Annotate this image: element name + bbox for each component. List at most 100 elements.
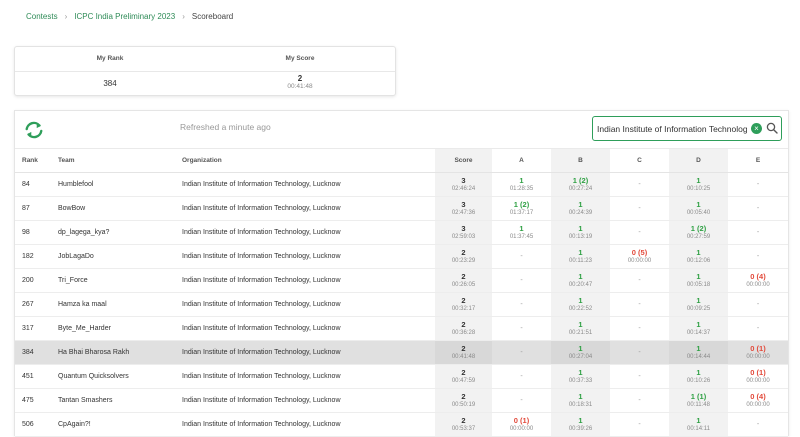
problem-result: - <box>520 373 523 380</box>
problem-time: 00:10:25 <box>686 186 711 192</box>
table-row[interactable]: 384 Ha Bhai Bharosa Rakh Indian Institute … <box>15 340 788 365</box>
problem-time: 01:28:35 <box>509 186 534 192</box>
column-header-problem-e[interactable]: E <box>728 149 788 173</box>
problem-result: - <box>756 229 760 236</box>
problem-d-cell: 1 00:10:25 <box>669 172 728 197</box>
problem-e-cell: 0 (1) 00:00:00 <box>728 364 788 389</box>
problem-result: 1 <box>578 200 583 209</box>
column-header-problem-c[interactable]: C <box>610 149 669 173</box>
team-name[interactable]: CpAgain?! <box>57 412 181 437</box>
problem-result: - <box>638 349 641 356</box>
problem-time: 00:00:00 <box>746 402 770 408</box>
problem-d-cell: 1 (2) 00:27:59 <box>669 220 728 245</box>
problem-c-cell: - <box>610 364 669 389</box>
penalty-time: 00:41:48 <box>451 354 476 360</box>
table-row[interactable]: 317 Byte_Me_Harder Indian Institute of Inf… <box>15 316 788 341</box>
problem-c-cell: - <box>610 316 669 341</box>
my-score-cell: 2 00:41:48 <box>205 72 395 96</box>
score-cell: 2 00:32:17 <box>435 292 492 317</box>
score-cell: 2 00:26:05 <box>435 268 492 293</box>
breadcrumb-contest[interactable]: ICPC India Preliminary 2023 <box>74 12 175 21</box>
score-value: 2 <box>461 344 466 353</box>
column-header-score[interactable]: Score <box>435 149 492 173</box>
team-name[interactable]: Ha Bhai Bharosa Rakh <box>57 340 181 365</box>
problem-time: 00:13:19 <box>568 234 593 240</box>
table-row[interactable]: 87 BowBow Indian Institute of Information … <box>15 196 788 221</box>
table-row[interactable]: 267 Hamza ka maal Indian Institute of Info… <box>15 292 788 317</box>
search-icon[interactable] <box>766 122 778 134</box>
problem-result: - <box>520 349 523 356</box>
problem-e-cell: 0 (4) 00:00:00 <box>728 268 788 293</box>
team-name[interactable]: Hamza ka maal <box>57 292 181 317</box>
breadcrumb: Contests › ICPC India Preliminary 2023 ›… <box>26 12 233 21</box>
search-input[interactable] <box>597 117 747 140</box>
column-header-problem-a[interactable]: A <box>492 149 551 173</box>
penalty-time: 02:59:03 <box>451 234 476 240</box>
problem-c-cell: - <box>610 220 669 245</box>
problem-result: 1 <box>578 392 583 401</box>
problem-result: - <box>638 301 641 308</box>
score-cell: 2 00:47:59 <box>435 364 492 389</box>
problem-result: - <box>520 301 523 308</box>
problem-result: 1 <box>696 272 701 281</box>
scoreboard-panel: Refreshed a minute ago × Rank Team Organ… <box>14 110 789 437</box>
problem-result: - <box>520 253 523 260</box>
penalty-time: 00:23:29 <box>451 258 476 264</box>
problem-result: 1 <box>578 296 583 305</box>
refreshed-status: Refreshed a minute ago <box>180 122 271 132</box>
problem-time: 01:37:17 <box>509 210 534 216</box>
team-name[interactable]: BowBow <box>57 196 181 221</box>
column-header-team[interactable]: Team <box>57 149 181 173</box>
problem-result: 0 (5) <box>631 248 648 257</box>
team-name[interactable]: Byte_Me_Harder <box>57 316 181 341</box>
problem-c-cell: - <box>610 412 669 437</box>
problem-time: 00:14:11 <box>687 426 710 432</box>
table-row[interactable]: 84 Humblefool Indian Institute of Informat… <box>15 172 788 197</box>
problem-result: 1 <box>696 416 701 425</box>
problem-result: 1 <box>519 176 524 185</box>
team-name[interactable]: JobLagaDo <box>57 244 181 269</box>
team-name[interactable]: dp_lagega_kya? <box>57 220 181 245</box>
team-name[interactable]: Tantan Smashers <box>57 388 181 413</box>
column-header-rank[interactable]: Rank <box>15 149 57 173</box>
table-row[interactable]: 451 Quantum Quicksolvers Indian Institute … <box>15 364 788 389</box>
team-name[interactable]: Quantum Quicksolvers <box>57 364 181 389</box>
column-header-problem-d[interactable]: D <box>669 149 728 173</box>
table-row[interactable]: 200 Tri_Force Indian Institute of Informat… <box>15 268 788 293</box>
problem-result: - <box>756 205 760 212</box>
table-row[interactable]: 475 Tantan Smashers Indian Institute of In… <box>15 388 788 413</box>
organization-name: Indian Institute of Information Technolo… <box>181 388 435 413</box>
my-rank-card-header: My Rank My Score <box>15 47 395 72</box>
column-header-problem-b[interactable]: B <box>551 149 610 173</box>
table-row[interactable]: 506 CpAgain?! Indian Institute of Informat… <box>15 412 788 437</box>
problem-time: 00:00:00 <box>746 378 770 384</box>
score-value: 2 <box>461 248 466 257</box>
refresh-button[interactable] <box>23 120 45 140</box>
problem-e-cell: - <box>728 172 788 197</box>
table-row[interactable]: 182 JobLagaDo Indian Institute of Informat… <box>15 244 788 269</box>
column-header-organization[interactable]: Organization <box>181 149 435 173</box>
team-name[interactable]: Humblefool <box>57 172 181 197</box>
breadcrumb-contests[interactable]: Contests <box>26 12 58 21</box>
penalty-time: 00:26:05 <box>451 282 476 288</box>
problem-e-cell: 0 (1) 00:00:00 <box>728 340 788 365</box>
my-score-value: 2 <box>297 74 303 83</box>
scoreboard-table: Rank Team Organization Score A B C D E 8… <box>15 149 788 437</box>
problem-result: 1 <box>696 248 701 257</box>
penalty-time: 00:32:17 <box>451 306 476 312</box>
score-value: 2 <box>461 296 466 305</box>
problem-time: 00:05:18 <box>686 282 711 288</box>
team-name[interactable]: Tri_Force <box>57 268 181 293</box>
problem-result: 1 <box>578 224 583 233</box>
problem-e-cell: 0 (4) 00:00:00 <box>728 388 788 413</box>
table-row[interactable]: 98 dp_lagega_kya? Indian Institute of Info… <box>15 220 788 245</box>
problem-result: 1 <box>578 344 583 353</box>
rank-cell: 98 <box>15 220 57 245</box>
problem-result: 0 (1) <box>750 368 766 377</box>
clear-icon[interactable]: × <box>751 123 762 134</box>
problem-result: 1 (2) <box>513 200 530 209</box>
search-box[interactable]: × <box>592 116 782 141</box>
problem-c-cell: - <box>610 340 669 365</box>
problem-b-cell: 1 00:11:23 <box>551 244 610 269</box>
rank-cell: 87 <box>15 196 57 221</box>
